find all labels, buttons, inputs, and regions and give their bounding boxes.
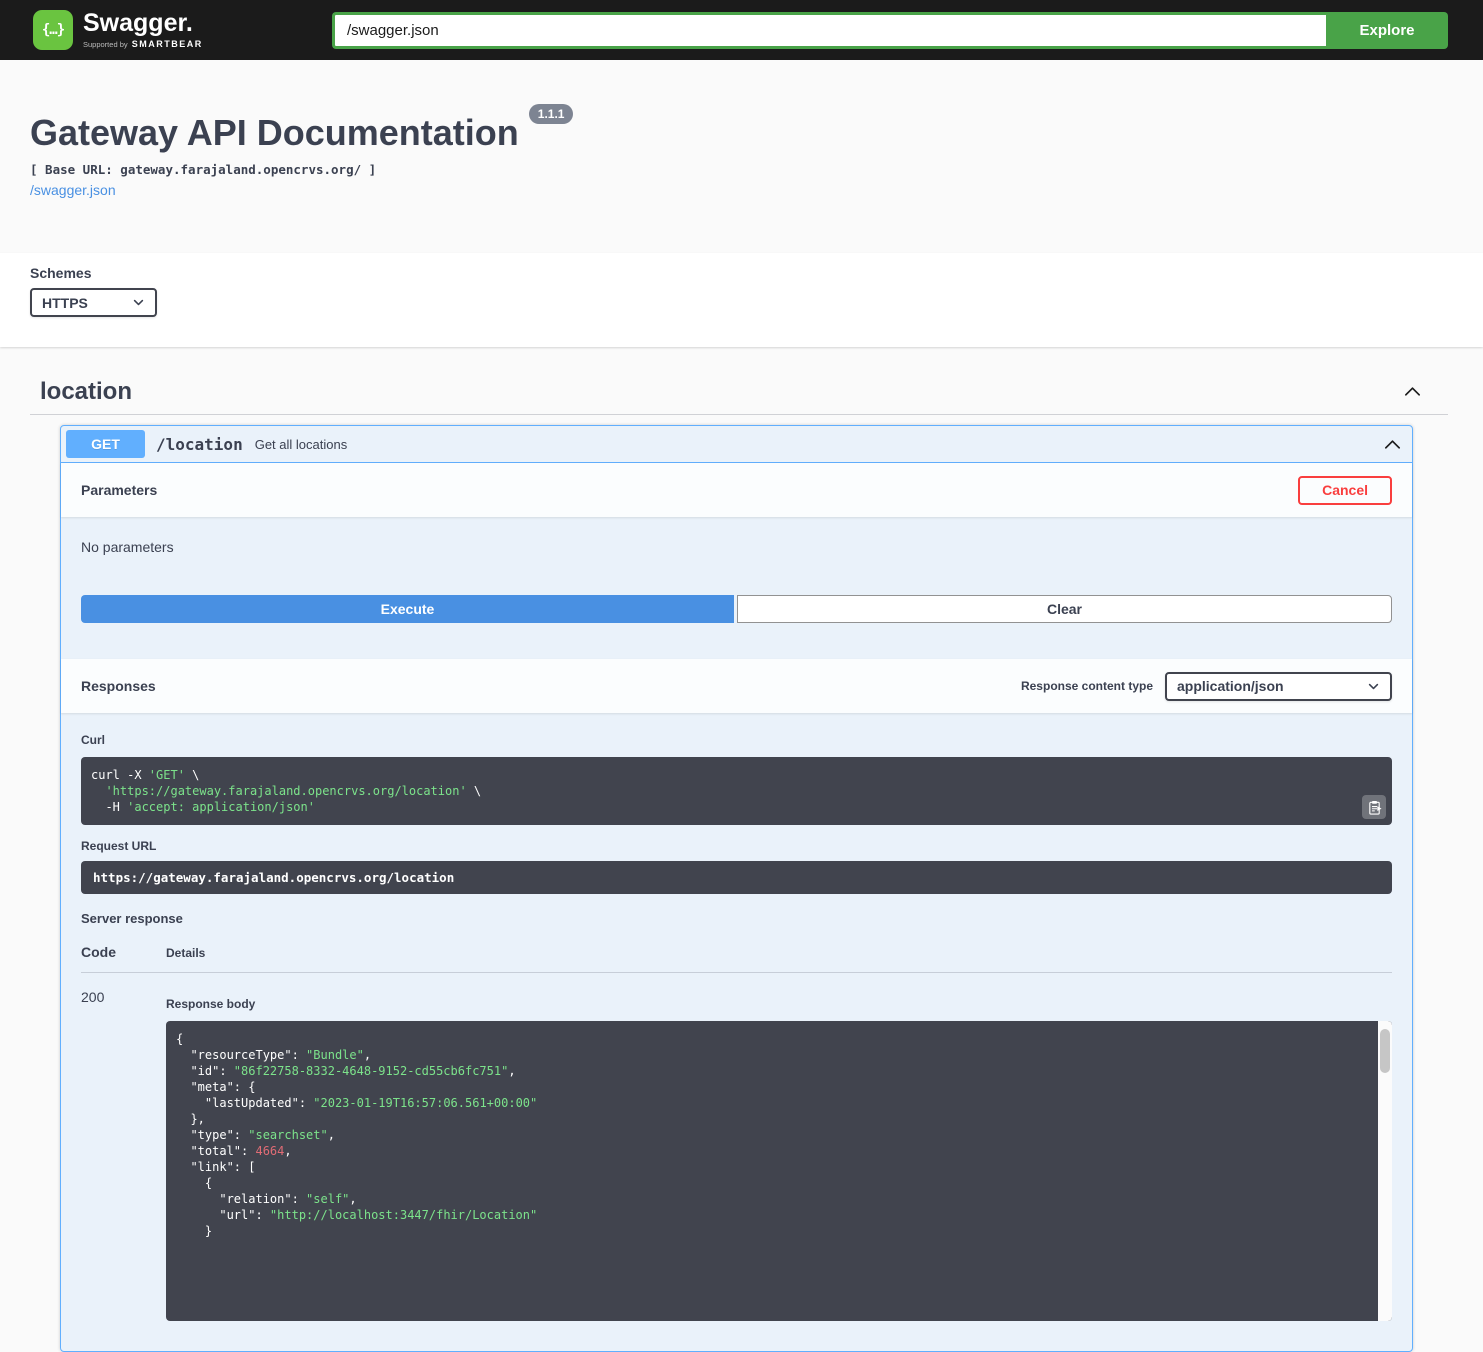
parameters-header: Parameters Cancel (61, 463, 1412, 517)
request-url-label: Request URL (81, 839, 1392, 853)
curl-block: curl -X 'GET' \ 'https://gateway.farajal… (81, 757, 1392, 825)
curl-code: curl -X 'GET' \ 'https://gateway.farajal… (91, 767, 1382, 815)
supported-by: Supported by SMARTBEAR (83, 39, 203, 49)
tag-section-location: location GET /location Get all locations… (0, 347, 1483, 1352)
swagger-brand: {…} Swagger. Supported by SMARTBEAR (33, 10, 203, 50)
spec-url-input[interactable] (332, 12, 1326, 49)
request-url-value: https://gateway.farajaland.opencrvs.org/… (81, 861, 1392, 894)
server-response-label: Server response (81, 911, 1392, 926)
code-column-header: Code (81, 944, 166, 960)
chevron-down-icon (1367, 680, 1380, 693)
chevron-down-icon (132, 296, 145, 309)
schemes-label: Schemes (30, 265, 1453, 281)
base-url: [ Base URL: gateway.farajaland.opencrvs.… (30, 162, 1448, 177)
schemes-select[interactable]: HTTPS (30, 288, 157, 317)
method-badge: GET (66, 430, 145, 458)
brand-name: Swagger. (83, 11, 203, 36)
tag-title: location (40, 378, 132, 406)
opblock-get-location: GET /location Get all locations Paramete… (60, 425, 1413, 1352)
tag-header-location[interactable]: location (30, 369, 1448, 415)
response-content-type-label: Response content type (1021, 679, 1153, 693)
response-body-block: { "resourceType": "Bundle", "id": "86f22… (166, 1021, 1392, 1321)
execute-button[interactable]: Execute (81, 595, 734, 623)
response-details-cell: Response body { "resourceType": "Bundle"… (166, 989, 1392, 1321)
details-column-header: Details (166, 944, 205, 960)
scrollbar-track[interactable] (1378, 1021, 1392, 1321)
server-response-table: Code Details 200 Response body { "resour… (81, 934, 1392, 1321)
operation-collapse-button[interactable] (1383, 435, 1402, 454)
status-code: 200 (81, 989, 166, 1321)
spec-url-form: Explore (332, 12, 1448, 49)
chevron-up-icon (1403, 382, 1422, 401)
response-row-200: 200 Response body { "resourceType": "Bun… (81, 973, 1392, 1321)
explore-button[interactable]: Explore (1326, 12, 1448, 49)
schemes-selected-value: HTTPS (42, 295, 88, 311)
info-section: Gateway API Documentation1.1.1 [ Base UR… (0, 60, 1483, 198)
api-title-text: Gateway API Documentation (30, 112, 519, 153)
clipboard-icon (1367, 800, 1382, 815)
version-badge: 1.1.1 (529, 104, 574, 124)
parameters-content: No parameters (61, 517, 1412, 595)
cancel-button[interactable]: Cancel (1298, 476, 1392, 505)
responses-content: Curl curl -X 'GET' \ 'https://gateway.fa… (61, 713, 1412, 1351)
topbar: {…} Swagger. Supported by SMARTBEAR Expl… (0, 0, 1483, 60)
scheme-container: Schemes HTTPS (0, 253, 1483, 347)
curl-label: Curl (81, 733, 1392, 747)
scrollbar-thumb[interactable] (1380, 1029, 1390, 1073)
operation-path: /location (156, 435, 243, 454)
page-title: Gateway API Documentation1.1.1 (30, 112, 1448, 154)
response-table-header: Code Details (81, 934, 1392, 973)
operation-summary-row[interactable]: GET /location Get all locations (61, 426, 1412, 463)
chevron-up-icon (1383, 435, 1402, 454)
execute-wrapper: Execute Clear (61, 595, 1412, 659)
response-content-type-select[interactable]: application/json (1165, 672, 1392, 701)
spec-json-link[interactable]: /swagger.json (30, 182, 1448, 198)
responses-header: Responses Response content type applicat… (61, 659, 1412, 713)
brand-text: Swagger. Supported by SMARTBEAR (83, 11, 203, 49)
response-body-code: { "resourceType": "Bundle", "id": "86f22… (176, 1031, 1368, 1239)
swagger-logo-icon: {…} (33, 10, 73, 50)
response-content-type-value: application/json (1177, 678, 1284, 694)
response-body-label: Response body (166, 997, 1392, 1011)
parameters-title: Parameters (81, 482, 157, 498)
no-parameters-text: No parameters (81, 539, 174, 555)
supported-by-prefix: Supported by (83, 40, 128, 49)
responses-title: Responses (81, 678, 156, 694)
clear-button[interactable]: Clear (737, 595, 1392, 623)
operation-summary: Get all locations (255, 437, 348, 452)
response-content-type-wrap: Response content type application/json (1021, 672, 1392, 701)
copy-to-clipboard-button[interactable] (1362, 795, 1386, 819)
smartbear-wordmark: SMARTBEAR (132, 39, 203, 49)
